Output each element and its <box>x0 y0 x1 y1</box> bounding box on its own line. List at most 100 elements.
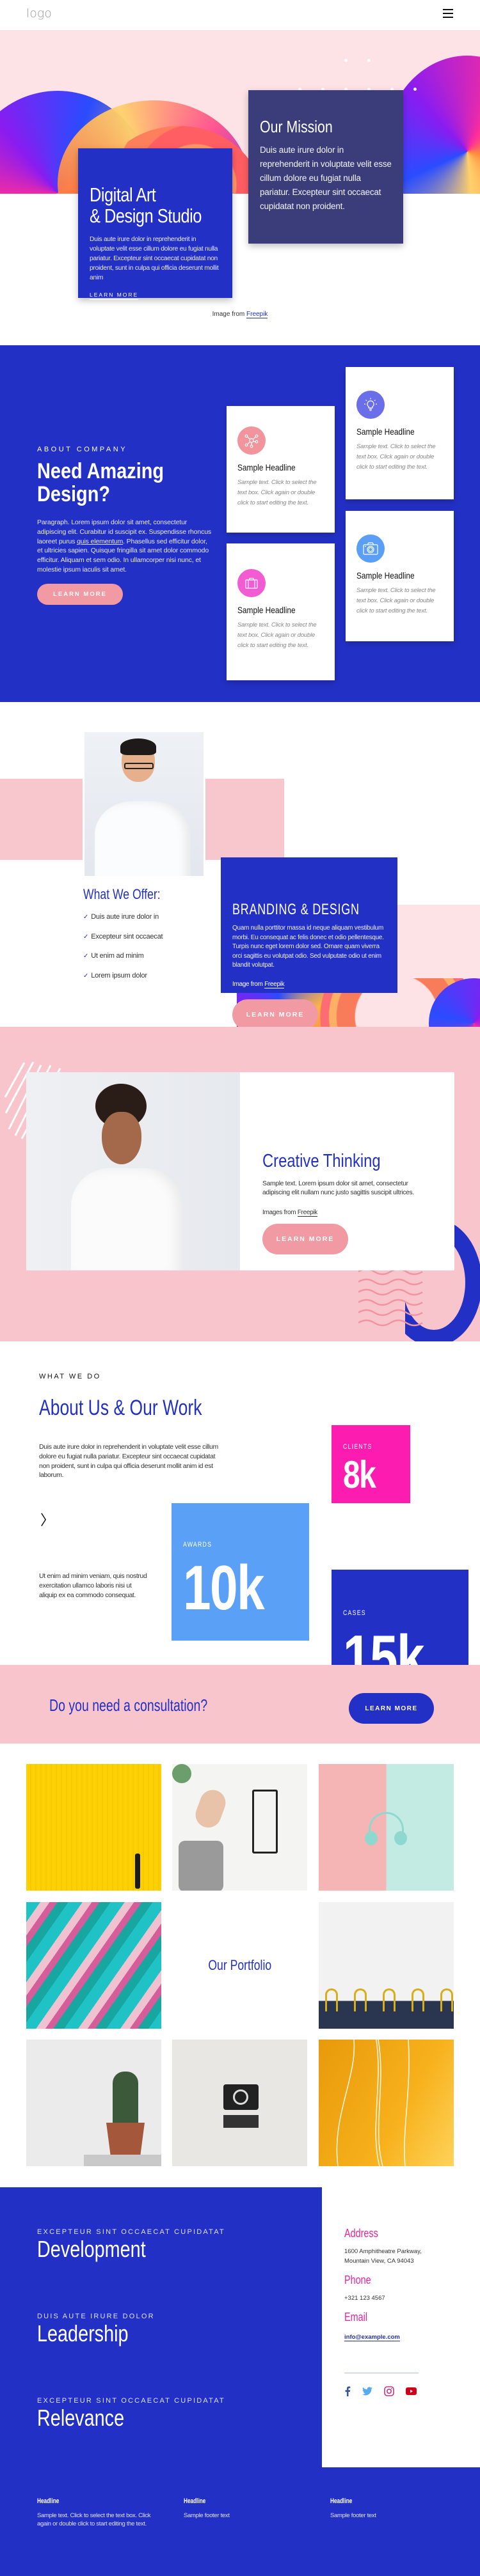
hero-card: Digital Art & Design Studio Duis aute iru… <box>78 148 232 300</box>
camera-icon <box>356 535 385 563</box>
stat-label: CLIENTS <box>343 1443 372 1451</box>
footer-text: Sample footer text <box>184 2512 230 2519</box>
work-paragraph: Duis aute irure dolor in reprehenderit i… <box>39 1443 218 1479</box>
check-icon: ✓ <box>83 972 89 980</box>
value-kicker: EXCEPTEUR SINT OCCAECAT CUPIDATAT <box>37 2228 225 2236</box>
value-kicker: DUIS AUTE IRURE DOLOR <box>37 2313 155 2320</box>
hero-learn-more-link[interactable]: LEARN MORE <box>90 292 139 300</box>
branding-learn-more-button[interactable]: LEARN MORE <box>232 999 318 1030</box>
service-card: Sample Headline Sample text. Click to se… <box>346 367 454 499</box>
consultation-banner: Do you need a consultation? LEARN MORE <box>0 1665 480 1744</box>
branding-title: BRANDING & DESIGN <box>232 901 360 918</box>
decorative-block <box>0 779 83 860</box>
offer-list: ✓ Duis aute irure dolor in ✓ Excepteur sin… <box>83 913 163 991</box>
hero-image-credit: Image from Freepik <box>212 311 268 318</box>
creative-panel: Creative Thinking Sample text. Lorem ips… <box>240 1072 454 1270</box>
phone-label: Phone <box>344 2274 371 2286</box>
service-text: Sample text. Click to select the text bo… <box>356 587 436 614</box>
portfolio-tile-hand-drawing-robot[interactable] <box>172 1764 307 1891</box>
portfolio-title: Our Portfolio <box>208 1957 272 1973</box>
footer-column: Headline Sample text. Click to select th… <box>37 2497 152 2528</box>
footer-text: Sample footer text <box>330 2512 376 2519</box>
freepik-link[interactable]: Freepik <box>264 980 285 988</box>
consultation-learn-more-button[interactable]: LEARN MORE <box>349 1693 434 1724</box>
creative-image-credit: Images from Freepik <box>262 1209 317 1217</box>
decorative-block <box>397 905 480 978</box>
service-text: Sample text. Click to select the text bo… <box>237 621 317 649</box>
service-card: Sample Headline Sample text. Click to se… <box>346 511 454 641</box>
smiling-woman-photo <box>26 1072 240 1270</box>
value-title: Relevance <box>37 2405 125 2431</box>
offer-title: What We Offer: <box>83 886 161 902</box>
service-headline: Sample Headline <box>237 605 296 615</box>
check-icon: ✓ <box>83 914 89 921</box>
freepik-link[interactable]: Freepik <box>297 1209 317 1217</box>
footer-text: Sample text. Click to select the text bo… <box>37 2512 151 2527</box>
check-icon: ✓ <box>83 953 89 960</box>
creative-learn-more-button[interactable]: LEARN MORE <box>262 1224 348 1254</box>
footer-headline: Headline <box>184 2497 206 2505</box>
value-title: Development <box>37 2236 146 2262</box>
offer-item: ✓ Excepteur sint occaecat <box>83 932 163 941</box>
social-links <box>344 2386 458 2396</box>
creative-text: Sample text. Lorem ipsum dolor sit amet,… <box>262 1180 414 1196</box>
stat-clients: CLIENTS 8k <box>332 1425 410 1503</box>
man-with-tablet-photo <box>84 732 204 876</box>
stat-label: AWARDS <box>183 1541 212 1549</box>
freepik-link[interactable]: Freepik <box>246 311 268 318</box>
hero-background-art <box>0 30 480 194</box>
value-kicker: EXCEPTEUR SINT OCCAECAT CUPIDATAT <box>37 2397 225 2405</box>
offer-item: ✓ Lorem ipsum dolor <box>83 971 147 980</box>
instagram-icon[interactable] <box>384 2386 394 2396</box>
value-item: DUIS AUTE IRURE DOLOR Leadership <box>37 2313 155 2346</box>
service-card: Sample Headline Sample text. Click to se… <box>227 543 335 680</box>
site-header: logo <box>0 0 480 30</box>
facebook-icon[interactable] <box>344 2386 351 2396</box>
creative-title: Creative Thinking <box>262 1151 381 1171</box>
mission-text: Duis aute irure dolor in reprehenderit i… <box>260 145 392 211</box>
stat-label: CASES <box>343 1609 366 1617</box>
service-text: Sample text. Click to select the text bo… <box>237 479 317 506</box>
portfolio-tile-cactus[interactable] <box>26 2040 161 2166</box>
about-learn-more-button[interactable]: LEARN MORE <box>37 584 123 605</box>
portfolio-tile-bike-racks[interactable] <box>319 1902 454 2029</box>
hamburger-menu-icon[interactable] <box>443 9 453 19</box>
portfolio-tile-abstract[interactable] <box>26 1902 161 2029</box>
section-eyebrow: ABOUT COMPANY <box>37 446 128 453</box>
hero-text: Duis aute irure dolor in reprehenderit i… <box>90 235 219 281</box>
youtube-icon[interactable] <box>406 2387 417 2395</box>
stat-value: 8k <box>343 1453 376 1496</box>
portfolio-tile-headphones[interactable] <box>319 1764 454 1891</box>
service-text: Sample text. Click to select the text bo… <box>356 443 436 471</box>
creative-thinking-section: Creative Thinking Sample text. Lorem ips… <box>0 1027 480 1341</box>
chevron-right-icon[interactable]: 〉 <box>40 1509 54 1529</box>
decorative-dots <box>291 59 419 91</box>
decorative-waves <box>358 1268 423 1327</box>
service-headline: Sample Headline <box>356 570 415 581</box>
section-eyebrow: WHAT WE DO <box>39 1373 101 1380</box>
service-headline: Sample Headline <box>356 426 415 437</box>
footer-headline: Headline <box>37 2497 60 2505</box>
phone-text: +321 123 4567 <box>344 2295 385 2302</box>
section-title: Need Amazing Design? <box>37 459 164 506</box>
check-icon: ✓ <box>83 933 89 941</box>
branding-text: Quam nulla porttitor massa id neque aliq… <box>232 925 384 969</box>
portfolio-tile-yellow-wall-person[interactable] <box>26 1764 161 1891</box>
value-item: EXCEPTEUR SINT OCCAECAT CUPIDATAT Releva… <box>37 2397 225 2430</box>
portfolio-tile-camera[interactable] <box>172 2040 307 2166</box>
service-card: Sample Headline Sample text. Click to se… <box>227 406 335 533</box>
portfolio-tile-light-trails[interactable] <box>319 2040 454 2166</box>
stat-value: 10k <box>183 1552 265 1623</box>
quis-elementum-link[interactable]: quis elementum <box>77 538 123 545</box>
lightbulb-icon <box>356 391 385 419</box>
branding-image-credit: Image from Freepik <box>232 980 285 988</box>
service-headline: Sample Headline <box>237 462 296 472</box>
twitter-icon[interactable] <box>362 2387 372 2396</box>
logo[interactable]: logo <box>26 6 52 20</box>
consultation-text: Do you need a consultation? <box>49 1696 208 1715</box>
decorative-block <box>205 779 284 860</box>
email-label: Email <box>344 2311 368 2323</box>
email-link[interactable]: info@example.com <box>344 2334 400 2341</box>
about-company-section: ABOUT COMPANY Need Amazing Design? Paragr… <box>0 345 480 702</box>
contact-card: Address 1600 Amphitheatre Parkway, Mounta… <box>322 2187 480 2467</box>
